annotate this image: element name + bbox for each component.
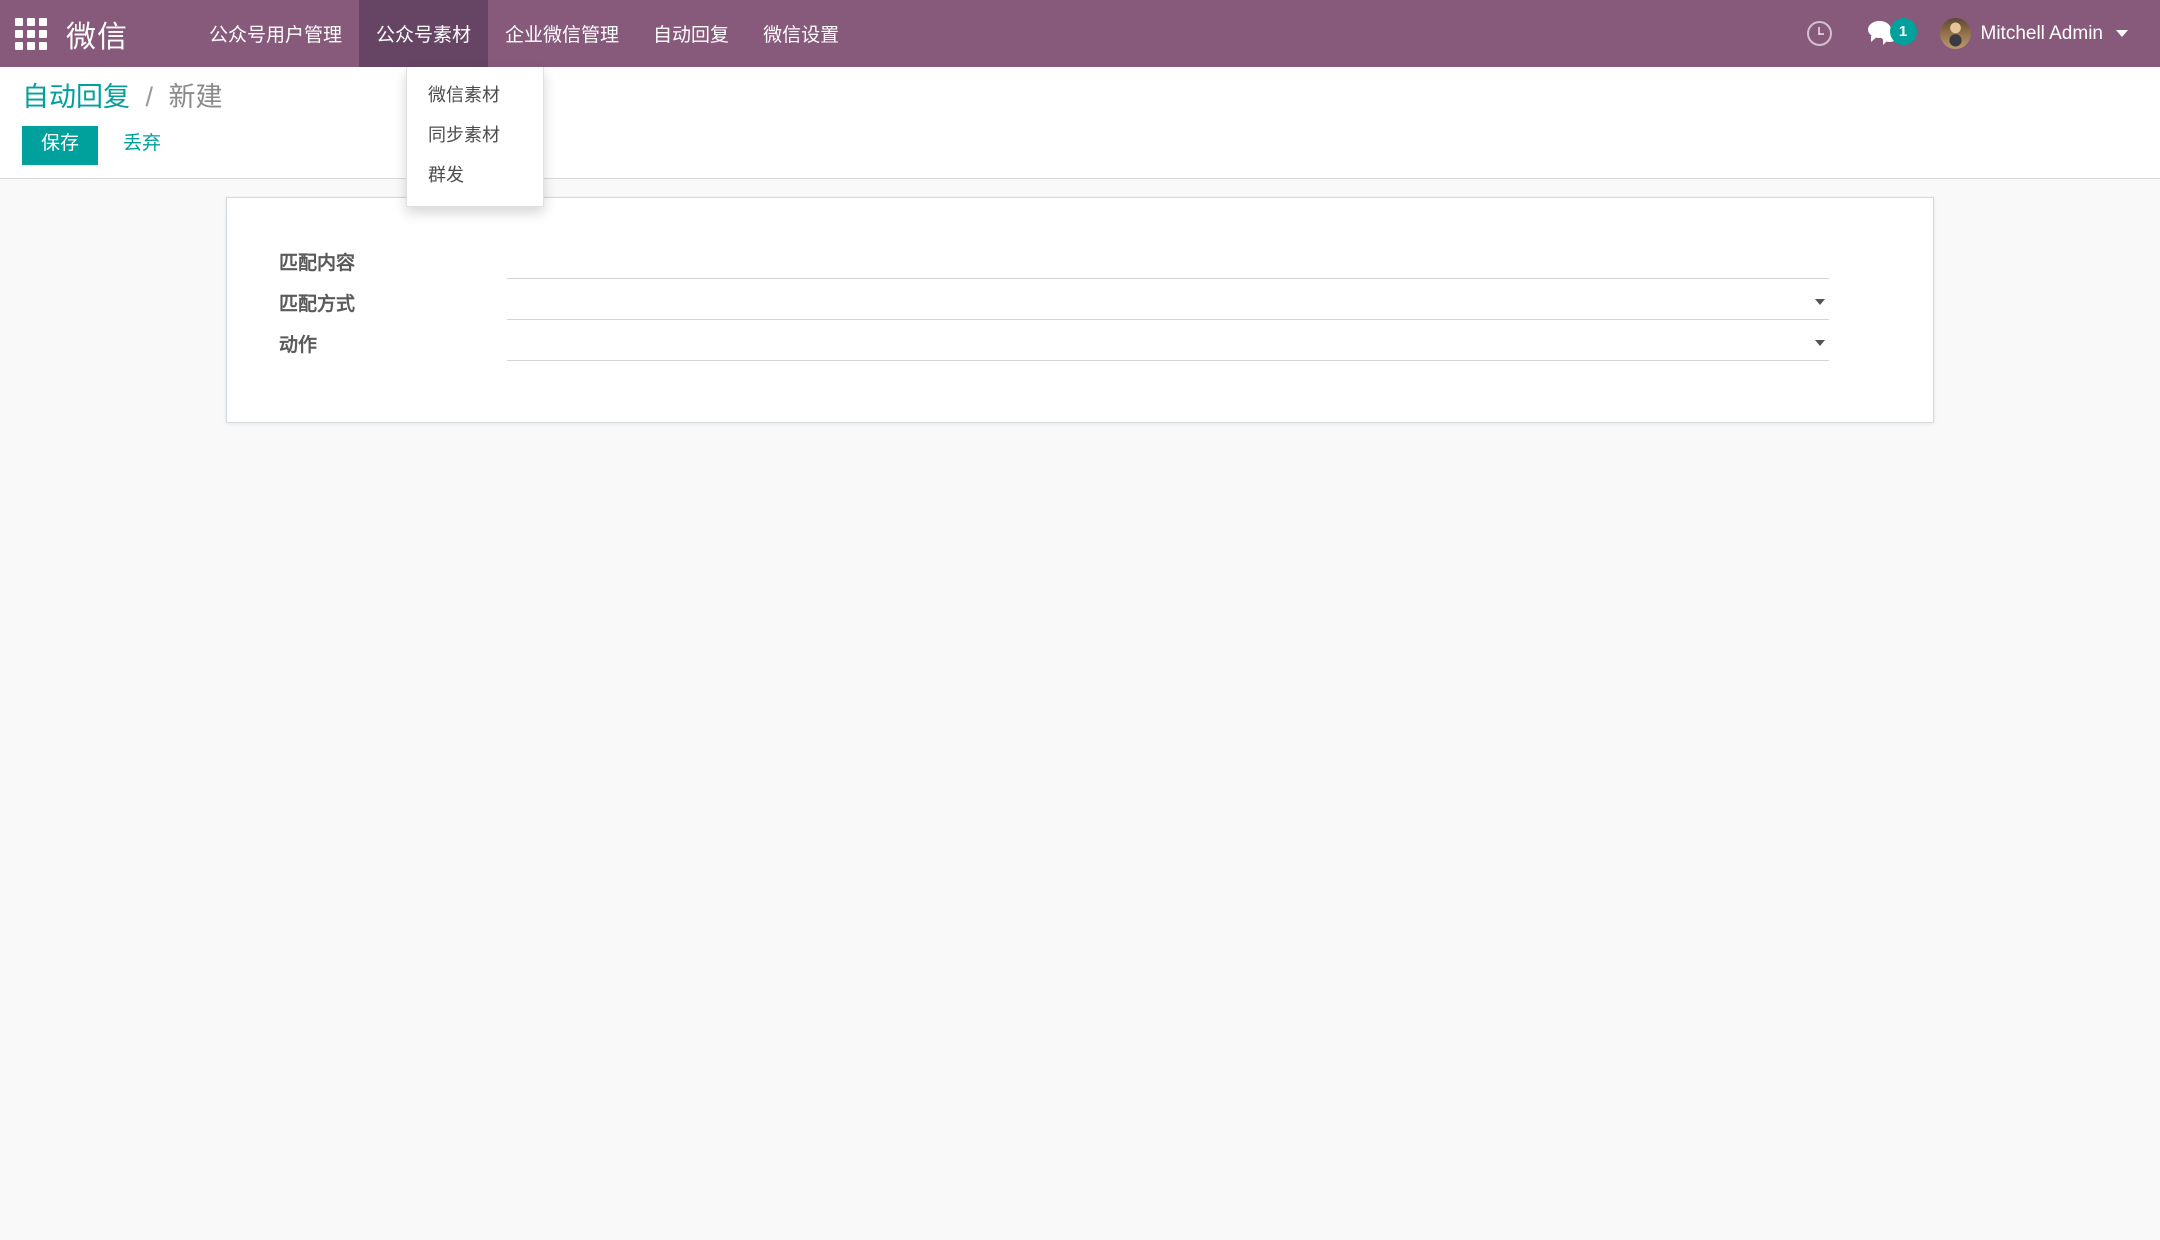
breadcrumb-root-link[interactable]: 自动回复	[22, 82, 130, 112]
navbar-right-section: 1 Mitchell Admin	[1791, 0, 2160, 67]
avatar	[1939, 18, 1971, 49]
control-panel: 自动回复 / 新建 保存 丢弃	[0, 67, 2160, 179]
messaging-badge-count: 1	[1889, 17, 1917, 45]
chat-wrapper: 1	[1867, 17, 1917, 47]
apps-grid-cell	[39, 41, 47, 50]
label-match-content: 匹配内容	[279, 252, 356, 274]
nav-item-zidong-huifu[interactable]: 自动回复	[636, 0, 746, 67]
chevron-down-icon	[2116, 30, 2128, 37]
apps-menu-toggle[interactable]	[0, 0, 62, 67]
form-field-group: 匹配内容 匹配方式 动作	[279, 245, 1881, 361]
nav-item-gongzhonghao-yonghu-guanli[interactable]: 公众号用户管理	[192, 0, 359, 67]
nav-item-qiye-weixin-guanli[interactable]: 企业微信管理	[488, 0, 636, 67]
sheet-background: 匹配内容 匹配方式 动作	[0, 179, 2160, 423]
apps-grid-icon	[15, 17, 47, 50]
label-action: 动作	[279, 334, 318, 356]
apps-grid-cell	[27, 41, 35, 50]
control-wrap-match-content	[507, 245, 1829, 279]
user-name-label: Mitchell Admin	[1980, 22, 2104, 44]
form-row-match-method: 匹配方式	[279, 286, 1881, 320]
breadcrumb-current: 新建	[168, 82, 223, 112]
breadcrumb-separator: /	[145, 82, 154, 112]
nav-item-gongzhonghao-sucai[interactable]: 公众号素材	[359, 0, 489, 67]
save-button[interactable]: 保存	[22, 125, 99, 165]
apps-grid-cell	[39, 29, 47, 38]
apps-grid-cell	[15, 41, 23, 50]
dropdown-item-weixin-sucai[interactable]: 微信素材	[407, 76, 543, 116]
navbar-left-section: 微信 公众号用户管理 公众号素材 企业微信管理 自动回复 微信设置	[0, 0, 856, 67]
select-wrap-action	[507, 327, 1829, 361]
control-wrap-match-method	[507, 286, 1829, 320]
top-navbar: 微信 公众号用户管理 公众号素材 企业微信管理 自动回复 微信设置 1 Mitc…	[0, 0, 2160, 207]
select-wrap-match-method	[507, 286, 1829, 320]
discard-button[interactable]: 丢弃	[106, 126, 178, 165]
apps-grid-cell	[27, 29, 35, 38]
match-content-input[interactable]	[507, 245, 1829, 279]
user-menu[interactable]: Mitchell Admin	[1922, 0, 2137, 67]
app-brand-title[interactable]: 微信	[62, 0, 146, 67]
apps-grid-cell	[15, 17, 23, 26]
apps-grid-cell	[15, 29, 23, 38]
match-method-select[interactable]	[507, 286, 1829, 320]
form-row-action: 动作	[279, 327, 1881, 361]
form-row-match-content: 匹配内容	[279, 245, 1881, 279]
dropdown-item-tongbu-sucai[interactable]: 同步素材	[407, 116, 543, 156]
clock-icon	[1806, 21, 1832, 46]
navbar-menu: 公众号用户管理 公众号素材 企业微信管理 自动回复 微信设置	[192, 0, 856, 67]
form-sheet: 匹配内容 匹配方式 动作	[226, 196, 1934, 423]
label-match-method: 匹配方式	[279, 293, 356, 315]
messaging-button[interactable]: 1	[1852, 0, 1918, 67]
apps-grid-cell	[27, 17, 35, 26]
nav-item-weixin-shezhi[interactable]: 微信设置	[746, 0, 856, 67]
control-panel-buttons: 保存 丢弃	[0, 115, 2160, 165]
action-select[interactable]	[507, 327, 1829, 361]
dropdown-item-qunfa[interactable]: 群发	[407, 156, 543, 196]
activities-button[interactable]	[1791, 0, 1848, 67]
breadcrumb: 自动回复 / 新建	[0, 81, 2160, 115]
control-wrap-action	[507, 327, 1829, 361]
gongzhonghao-sucai-dropdown-menu: 微信素材 同步素材 群发	[406, 67, 544, 207]
apps-grid-cell	[39, 17, 47, 26]
